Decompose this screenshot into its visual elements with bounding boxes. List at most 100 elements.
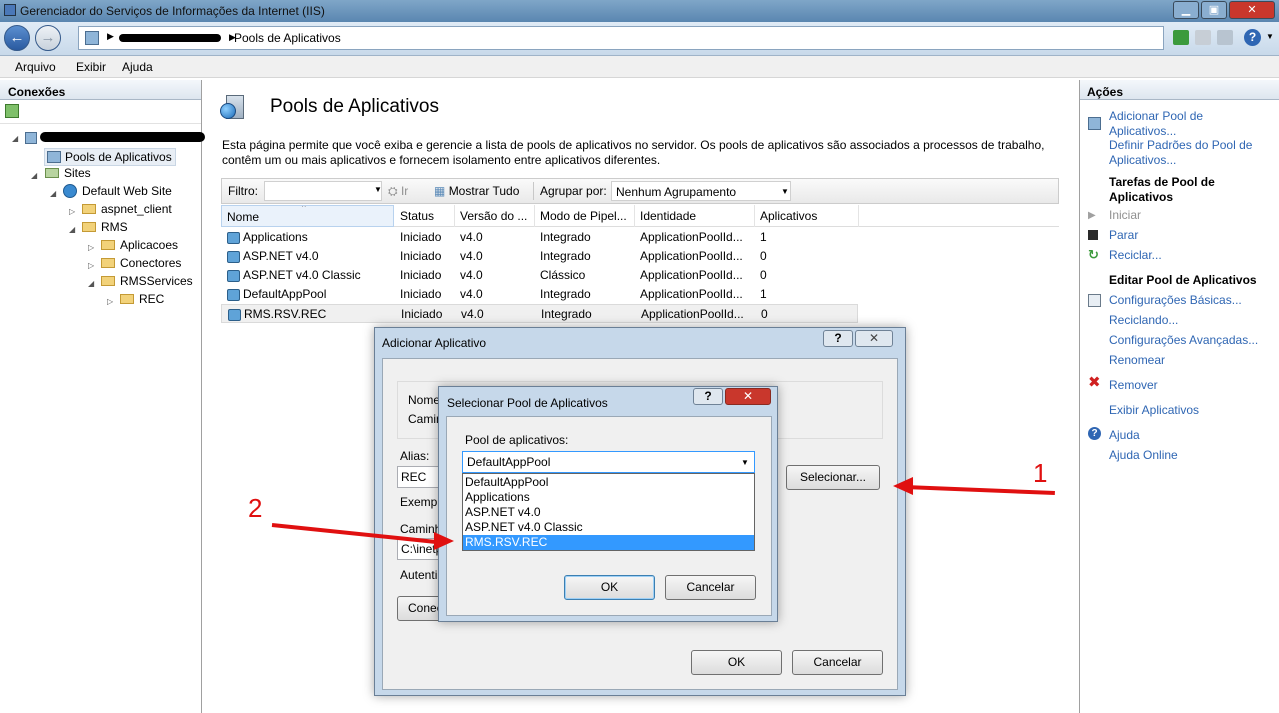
col-aplicativos[interactable]: Aplicativos [755, 205, 859, 227]
menu-bar: Arquivo Exibir Ajuda [0, 56, 1279, 78]
col-versao[interactable]: Versão do ... [455, 205, 535, 227]
show-all-button[interactable]: ▦ Mostrar Tudo [434, 184, 519, 198]
action-basic-settings[interactable]: Configurações Básicas... [1109, 293, 1242, 308]
chevron-down-icon: ▼ [781, 187, 789, 196]
annotation-label-1: 1 [1033, 458, 1048, 488]
action-set-defaults[interactable]: Definir Padrões do Pool de Aplicativos..… [1109, 138, 1277, 168]
action-view-apps[interactable]: Exibir Aplicativos [1109, 403, 1199, 418]
ok-button[interactable]: OK [691, 650, 782, 675]
app-pool-icon [227, 232, 240, 244]
cell-identidade: ApplicationPoolId... [641, 307, 744, 321]
cancel-button[interactable]: Cancelar [665, 575, 756, 600]
pool-option[interactable]: Applications [465, 490, 530, 504]
cell-nome: RMS.RSV.REC [244, 307, 327, 321]
tree-expander-icon[interactable]: ▷ [69, 207, 75, 216]
menu-ajuda[interactable]: Ajuda [122, 60, 153, 74]
help-icon[interactable]: ? [1244, 29, 1261, 46]
cell-modo: Integrado [540, 230, 591, 244]
menu-exibir[interactable]: Exibir [76, 60, 106, 74]
tree-item-rec[interactable]: REC [120, 292, 164, 306]
help-icon[interactable]: ? [823, 330, 853, 347]
close-icon[interactable]: ✕ [1229, 1, 1275, 19]
action-stop[interactable]: Parar [1109, 228, 1138, 243]
group-by-select[interactable]: Nenhum Agrupamento ▼ [611, 181, 791, 201]
filter-label: Filtro: [228, 184, 258, 198]
address-bar[interactable]: ▶ ▶ Pools de Aplicativos [78, 26, 1164, 50]
pool-option[interactable]: DefaultAppPool [465, 475, 548, 489]
pool-option[interactable]: ASP.NET v4.0 [465, 505, 541, 519]
connections-toolbar [0, 100, 201, 124]
action-remove[interactable]: Remover [1109, 378, 1158, 393]
connect-icon[interactable] [5, 104, 19, 118]
action-help[interactable]: Ajuda [1109, 428, 1140, 443]
action-advanced-settings[interactable]: Configurações Avançadas... [1109, 333, 1258, 348]
tree-expander-icon[interactable]: ▷ [88, 261, 94, 270]
breadcrumb-current[interactable]: Pools de Aplicativos [234, 31, 341, 45]
tree-item-conectores[interactable]: Conectores [101, 256, 181, 270]
close-icon[interactable]: ✕ [855, 330, 893, 347]
forward-icon[interactable]: → [35, 25, 61, 51]
cell-versao: v4.0 [461, 307, 484, 321]
chevron-down-icon[interactable]: ▼ [1266, 32, 1274, 41]
tree-expander-icon[interactable]: ◢ [88, 279, 94, 288]
cell-nome: Applications [243, 230, 308, 244]
tree-item-app-pools[interactable]: Pools de Aplicativos [44, 148, 176, 166]
cell-nome: DefaultAppPool [243, 287, 327, 301]
action-recycling[interactable]: Reciclando... [1109, 313, 1178, 328]
select-pool-dialog: Selecionar Pool de Aplicativos ? ✕ Pool … [438, 386, 778, 622]
refresh-icon[interactable] [1173, 30, 1189, 45]
stop-icon[interactable] [1195, 30, 1211, 45]
tree-item-rmsservices[interactable]: RMSServices [101, 274, 193, 288]
table-row[interactable]: ASP.NET v4.0 Iniciado v4.0 Integrado App… [221, 247, 858, 266]
pool-select-value: DefaultAppPool [467, 455, 551, 469]
tree-item-aspnet-client[interactable]: aspnet_client [82, 202, 172, 216]
minimize-icon[interactable]: ▁ [1173, 1, 1199, 19]
action-recycle[interactable]: Reciclar... [1109, 248, 1162, 263]
tree-item-sites[interactable]: Sites [45, 166, 91, 180]
tree-expander-icon[interactable]: ▷ [88, 243, 94, 252]
tree-item-default-web-site[interactable]: Default Web Site [63, 184, 172, 198]
action-rename[interactable]: Renomear [1109, 353, 1165, 368]
group-by-label: Agrupar por: [540, 184, 607, 198]
col-modo[interactable]: Modo de Pipel... [535, 205, 635, 227]
col-status[interactable]: Status [395, 205, 455, 227]
tree-expander-icon[interactable]: ◢ [69, 225, 75, 234]
close-icon[interactable]: ✕ [725, 388, 771, 405]
table-row[interactable]: ASP.NET v4.0 Classic Iniciado v4.0 Cláss… [221, 266, 858, 285]
tree-expander-icon[interactable]: ◢ [31, 171, 37, 180]
action-start[interactable]: Iniciar [1109, 208, 1141, 223]
col-label: Nome [227, 210, 260, 224]
action-add-pool[interactable]: Adicionar Pool de Aplicativos... [1109, 109, 1209, 139]
col-nome[interactable]: Nome ^ [221, 205, 394, 227]
actions-pane: Ações Adicionar Pool de Aplicativos... D… [1079, 80, 1279, 713]
tree-item-aplicacoes[interactable]: Aplicacoes [101, 238, 178, 252]
folder-icon [82, 204, 96, 214]
table-row[interactable]: Applications Iniciado v4.0 Integrado App… [221, 228, 858, 247]
back-icon[interactable]: ← [4, 25, 30, 51]
tree-item-rms[interactable]: RMS [82, 220, 128, 234]
filter-input[interactable] [264, 181, 382, 201]
tree-expander-icon[interactable]: ◢ [50, 189, 56, 198]
breadcrumb-arrow-icon: ▶ [107, 31, 114, 41]
go-button[interactable]: ⛭ Ir [388, 184, 408, 199]
home-icon[interactable] [1217, 30, 1233, 45]
window-title-bar: Gerenciador do Serviços de Informações d… [0, 0, 1279, 22]
basic-settings-icon [1088, 294, 1101, 307]
maximize-icon[interactable]: ▣ [1201, 1, 1227, 19]
select-pool-button[interactable]: Selecionar... [786, 465, 880, 490]
table-row[interactable]: DefaultAppPool Iniciado v4.0 Integrado A… [221, 285, 858, 304]
help-icon[interactable]: ? [693, 388, 723, 405]
menu-arquivo[interactable]: Arquivo [15, 60, 56, 74]
cell-aplicativos: 1 [760, 230, 767, 244]
ok-button[interactable]: OK [564, 575, 655, 600]
pool-option-highlighted[interactable]: RMS.RSV.REC [463, 535, 754, 550]
tree-expander-icon[interactable]: ▷ [107, 297, 113, 306]
tree-expander-icon[interactable]: ◢ [12, 134, 18, 143]
filter-dropdown-icon[interactable]: ▼ [374, 185, 382, 194]
table-row-selected[interactable]: RMS.RSV.REC Iniciado v4.0 Integrado Appl… [221, 304, 858, 323]
cancel-button[interactable]: Cancelar [792, 650, 883, 675]
pool-select[interactable]: DefaultAppPool ▼ [462, 451, 755, 473]
action-help-online[interactable]: Ajuda Online [1109, 448, 1178, 463]
pool-option[interactable]: ASP.NET v4.0 Classic [465, 520, 583, 534]
col-identidade[interactable]: Identidade [635, 205, 755, 227]
